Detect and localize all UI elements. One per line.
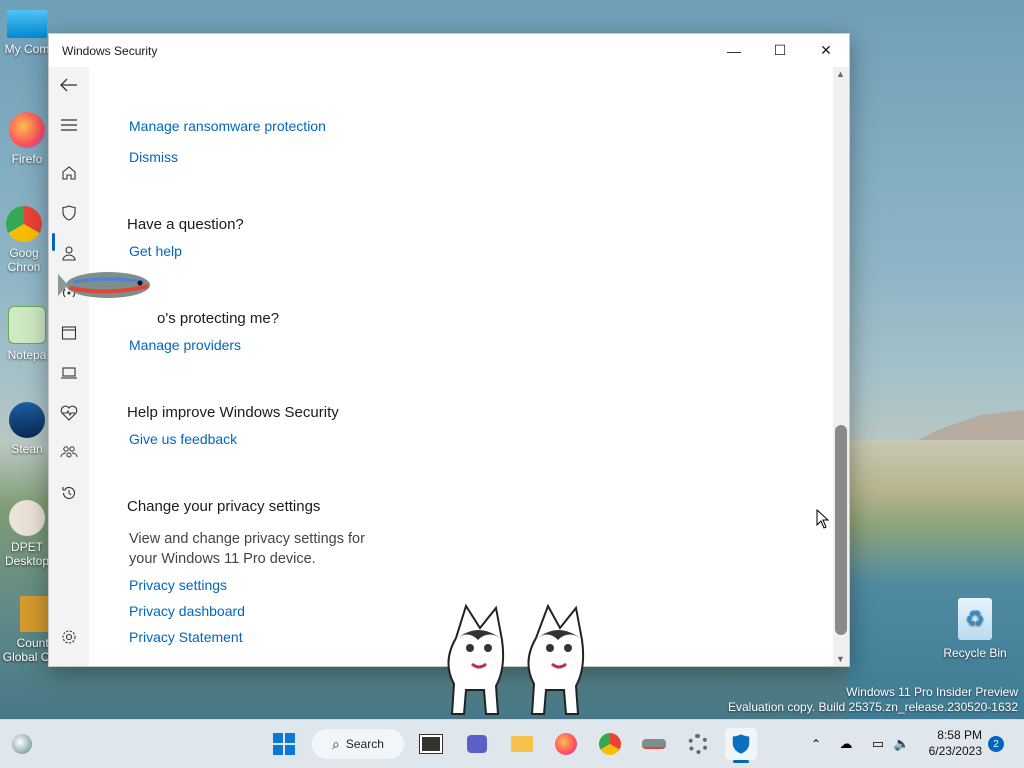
minimize-button[interactable]: —	[711, 34, 757, 67]
lake-background	[848, 440, 1024, 720]
desktop-icon-my-computer[interactable]: My Com	[0, 10, 54, 56]
start-button[interactable]	[268, 728, 300, 760]
home-icon[interactable]	[59, 163, 79, 183]
notification-badge[interactable]: 2	[988, 736, 1004, 752]
security-shield-icon	[732, 734, 750, 754]
scroll-down-icon[interactable]: ▼	[836, 654, 845, 664]
taskbar: ⌕ Search ⌃ ☁ ▭ 🔈 8:58 PM 6/23/2023 2	[0, 719, 1024, 768]
desktop-icon-dpet[interactable]: DPET Desktop	[0, 500, 54, 568]
clock[interactable]: 8:58 PM 6/23/2023	[918, 727, 982, 759]
privacy-description: View and change privacy settings for you…	[129, 531, 365, 567]
desktop-icon-recycle-bin[interactable]: ♻ Recycle Bin	[940, 598, 1010, 660]
teams-chat-icon[interactable]	[461, 728, 493, 760]
volume-icon[interactable]: 🔈	[886, 728, 918, 760]
account-icon[interactable]	[59, 243, 79, 263]
family-icon[interactable]	[59, 443, 79, 463]
device-security-icon[interactable]	[59, 363, 79, 383]
steam-icon	[9, 402, 45, 438]
vertical-scrollbar[interactable]: ▲ ▼	[833, 67, 849, 666]
privacy-statement-link[interactable]: Privacy Statement	[129, 629, 243, 645]
fish-pet-icon[interactable]	[58, 262, 158, 308]
history-icon[interactable]	[59, 483, 79, 503]
taskbar-search[interactable]: ⌕ Search	[312, 729, 404, 759]
back-icon[interactable]	[59, 75, 79, 95]
desktop-icon-chrome[interactable]: Goog Chron	[0, 206, 48, 274]
maximize-button[interactable]: ☐	[757, 34, 803, 67]
desktop-icon-steam[interactable]: Stean	[0, 402, 54, 456]
scroll-up-icon[interactable]: ▲	[836, 69, 845, 79]
windows-start-icon	[273, 733, 295, 755]
improve-heading: Help improve Windows Security	[127, 404, 339, 421]
search-icon: ⌕	[332, 735, 340, 752]
get-help-link[interactable]: Get help	[129, 243, 182, 259]
privacy-dashboard-link[interactable]: Privacy dashboard	[129, 603, 245, 619]
mouse-cursor-icon	[816, 509, 830, 529]
firefox-icon	[9, 112, 45, 148]
navigation-rail	[49, 67, 89, 666]
scrollbar-thumb[interactable]	[835, 425, 847, 635]
show-hidden-icons-chevron-icon[interactable]: ⌃	[800, 728, 832, 760]
selected-indicator	[52, 233, 55, 251]
dismiss-link[interactable]: Dismiss	[129, 149, 178, 165]
fish-taskbar-icon[interactable]	[638, 728, 670, 760]
windows-security-taskbar-icon[interactable]	[725, 728, 757, 763]
menu-icon[interactable]	[59, 115, 79, 135]
desktop-icon-notepad[interactable]: Notepa	[0, 306, 54, 362]
question-heading: Have a question?	[127, 216, 244, 233]
settings-icon[interactable]	[59, 627, 79, 647]
privacy-heading: Change your privacy settings	[127, 498, 321, 515]
content-pane: Manage ransomware protection Dismiss Hav…	[127, 67, 832, 666]
active-app-indicator	[733, 760, 749, 763]
desktop-icon-firefox[interactable]: Firefo	[0, 112, 54, 166]
firefox-taskbar-icon[interactable]	[550, 728, 582, 760]
settings-taskbar-icon[interactable]	[682, 728, 714, 760]
privacy-settings-link[interactable]: Privacy settings	[129, 577, 227, 593]
husky-pet-icon[interactable]	[436, 598, 602, 720]
chrome-taskbar-icon[interactable]	[594, 728, 626, 760]
chrome-icon	[6, 206, 42, 242]
computer-icon	[7, 10, 47, 38]
close-button[interactable]: ✕	[803, 34, 849, 67]
title-bar[interactable]: Windows Security — ☐ ✕	[49, 34, 849, 67]
evaluation-watermark: Windows 11 Pro Insider Preview Evaluatio…	[728, 685, 1018, 714]
app-browser-icon[interactable]	[59, 323, 79, 343]
windows-security-window: Windows Security — ☐ ✕ Manage ransomware…	[48, 33, 850, 667]
recycle-bin-icon: ♻	[958, 598, 992, 640]
protecting-heading: o's protecting me?	[157, 310, 280, 327]
widgets-icon[interactable]	[6, 728, 38, 760]
manage-providers-link[interactable]: Manage providers	[129, 337, 241, 353]
shield-icon[interactable]	[59, 203, 79, 223]
give-feedback-link[interactable]: Give us feedback	[129, 431, 237, 447]
health-icon[interactable]	[59, 403, 79, 423]
window-title: Windows Security	[62, 43, 158, 58]
onedrive-icon[interactable]: ☁	[830, 728, 862, 760]
file-explorer-icon[interactable]	[506, 728, 538, 760]
notepad-icon	[8, 306, 46, 344]
dpet-icon	[9, 500, 45, 536]
manage-ransomware-link[interactable]: Manage ransomware protection	[129, 118, 326, 134]
task-view-icon[interactable]	[415, 728, 447, 760]
